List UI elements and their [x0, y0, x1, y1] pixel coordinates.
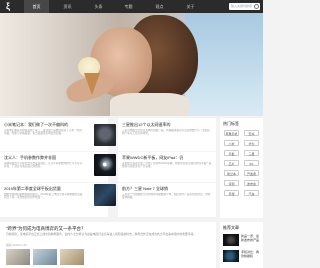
- article-title[interactable]: 三星推出12个以太网速率的: [122, 122, 212, 127]
- featured-image[interactable]: [60, 249, 84, 265]
- tag-item[interactable]: 评测: [224, 180, 239, 186]
- article-title[interactable]: 沈义人：手机参数作弊并非国: [4, 155, 84, 160]
- tag-item[interactable]: 芯片: [224, 160, 239, 166]
- nav-item-headlines[interactable]: 头条: [86, 0, 111, 13]
- article-title[interactable]: 小米笔记本：我们做了一次不偏科的: [4, 122, 84, 127]
- nav-item-news[interactable]: 资讯: [55, 0, 80, 13]
- site-logo[interactable]: ξ: [6, 2, 13, 11]
- article-thumbnail[interactable]: [94, 124, 116, 146]
- article-thumbnail[interactable]: ●: [94, 154, 116, 176]
- hero-banner[interactable]: [0, 13, 263, 116]
- featured-image[interactable]: [33, 249, 57, 265]
- article-summary: 三星新一代旗舰在全球市场的销量数据公布，相比前代产品有明显增长，市场反响积极。: [122, 193, 211, 200]
- sidebar-recommend-panel: 推荐文章 新品一览：最新发布的产品 手机对比：两款旗舰机: [220, 222, 263, 268]
- tag-item[interactable]: 三星: [244, 150, 259, 156]
- featured-image-strip: [6, 249, 86, 265]
- article-card[interactable]: 三星推出12个以太网速率的 三星宣布推出全新以太网控制器产品，传输速率最高可达每…: [118, 118, 216, 151]
- article-summary: 根据市场调研机构的最新报告，2019年第二季度全球平板电脑出货量同比下滑，苹果依…: [4, 193, 83, 200]
- article-title[interactable]: 苹果WWDC新平板，网友iPad：仍: [122, 155, 212, 160]
- sidebar-tags-title: 热门标签: [223, 121, 239, 126]
- article-title[interactable]: 前方？三星 Note 7 全球销: [122, 186, 212, 191]
- article-summary: 苹果在开发者大会上公布了新款iPadOS系统，网友纷纷表示期待新的平板产品能够带…: [122, 162, 212, 169]
- featured-image[interactable]: [6, 249, 30, 265]
- article-card[interactable]: 苹果WWDC新平板，网友iPad：仍 苹果在开发者大会上公布了新款iPadOS系…: [118, 152, 216, 182]
- search-placeholder: 输入关键词搜索: [231, 4, 253, 8]
- article-card[interactable]: 前方？三星 Note 7 全球销 三星新一代旗舰在全球市场的销量数据公布，相比前…: [118, 183, 216, 217]
- hero-cone: [84, 73, 100, 95]
- sidebar-recommend-title: 推荐文章: [223, 225, 239, 230]
- search-icon[interactable]: [254, 4, 259, 9]
- featured-summary: 日前消息，某电商平台正式上线全新跨界服务，业内人士分析认为这是电商行业竞争进入新…: [6, 232, 197, 236]
- nav-item-home[interactable]: 首页: [24, 0, 49, 13]
- article-card[interactable]: 沈义人：手机参数作弊并非国 荣耀总裁沈义人在社交平台发表观点，认为手机参数作弊行…: [0, 152, 108, 182]
- hero-shirt: [110, 93, 190, 116]
- featured-meta: 编辑 2019-07-25: [6, 243, 27, 247]
- article-summary: 荣耀总裁沈义人在社交平台发表观点，认为手机参数作弊行为不应当存在，厂商应当诚实面…: [4, 162, 82, 169]
- article-summary: 小米笔记本系列的新品终于来了，这次的产品依然延续了小米一贯的风格，性能与价格兼顾…: [4, 129, 82, 136]
- search-input[interactable]: 输入关键词搜索: [229, 3, 260, 10]
- recommend-thumbnail[interactable]: [223, 250, 239, 262]
- tag-item[interactable]: 苹果手机: [224, 130, 239, 136]
- tag-item[interactable]: 汽车: [244, 190, 259, 196]
- article-card[interactable]: 2019年第二季度全球平板出货量 根据市场调研机构的最新报告，2019年第二季度…: [0, 183, 108, 217]
- article-title[interactable]: 2019年第二季度全球平板出货量: [4, 186, 84, 191]
- tag-item[interactable]: 开发者: [244, 170, 259, 176]
- recommend-thumbnail[interactable]: [223, 234, 239, 246]
- featured-article[interactable]: “跨界”为何成为电商博弈的又一条平台？ 日前消息，某电商平台正式上线全新跨界服务…: [0, 222, 216, 268]
- tag-item[interactable]: 华为: [244, 140, 259, 146]
- sidebar-tags-panel: 热门标签 苹果手机 安卓 小米 华为 平板 三星 芯片 5G 笔记本 开发者 评…: [220, 118, 263, 218]
- nav-item-topics[interactable]: 专题: [116, 0, 141, 13]
- tag-item[interactable]: 5G: [244, 160, 259, 166]
- nav-item-opinion[interactable]: 观点: [147, 0, 172, 13]
- article-summary: 三星宣布推出全新以太网控制器产品，传输速率最高可达每秒数十G，主要面向汽车与工业…: [122, 129, 210, 136]
- apple-logo-icon: ●: [102, 159, 108, 169]
- nav-item-about[interactable]: 关于: [178, 0, 203, 13]
- recommend-title[interactable]: 手机对比：两款旗舰机: [241, 250, 261, 262]
- article-thumbnail[interactable]: [94, 184, 116, 206]
- article-card[interactable]: 小米笔记本：我们做了一次不偏科的 小米笔记本系列的新品终于来了，这次的产品依然延…: [0, 118, 108, 151]
- tag-item[interactable]: 安卓: [244, 130, 259, 136]
- tag-item[interactable]: 笔记本: [224, 170, 239, 176]
- recommend-title[interactable]: 新品一览：最新发布的产品: [241, 234, 261, 246]
- tag-item[interactable]: 发布会: [244, 180, 259, 186]
- tag-item[interactable]: 平板: [224, 150, 239, 156]
- tag-item[interactable]: 手游: [224, 190, 239, 196]
- tag-item[interactable]: 小米: [224, 140, 239, 146]
- top-navigation-bar: ξ 首页 资讯 头条 专题 观点 关于 输入关键词搜索: [0, 0, 263, 13]
